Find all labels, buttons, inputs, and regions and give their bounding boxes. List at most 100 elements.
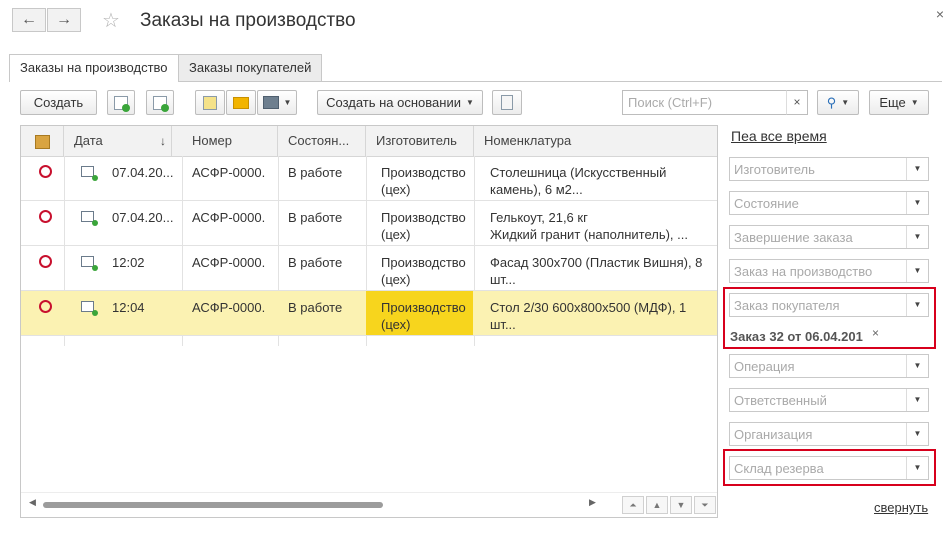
status-circle-icon — [39, 300, 52, 313]
cell-item-line2: шт... — [490, 317, 516, 332]
cell-state: В работе — [288, 255, 343, 270]
more-button[interactable]: Еще ▼ — [869, 90, 929, 115]
filter-customer-order[interactable]: Заказ покупателя ▼ — [729, 293, 929, 317]
document-button[interactable] — [492, 90, 522, 115]
cell-item-line1: Гелькоут, 21,6 кг — [490, 210, 588, 225]
chevron-down-icon[interactable]: ▼ — [906, 260, 928, 282]
cell-maker-line1: Производство — [381, 210, 466, 225]
search-button[interactable]: ⚲ ▼ — [817, 90, 859, 115]
sort-down-icon: ↓ — [160, 134, 166, 148]
filter-maker[interactable]: Изготовитель ▼ — [729, 157, 929, 181]
print-icon — [262, 96, 279, 109]
cell-item-line1: Столешница (Искусственный — [490, 165, 667, 180]
selected-filter-tag: Заказ 32 от 06.04.201 — [730, 329, 863, 344]
cell-number: АСФР-0000. — [192, 165, 266, 180]
report-button[interactable] — [195, 90, 225, 115]
search-icon: ⚲ — [826, 94, 837, 110]
create-based-on-button[interactable]: Создать на основании ▼ — [317, 90, 483, 115]
column-maker[interactable]: Изготовитель — [366, 126, 474, 156]
remove-tag-icon[interactable]: × — [872, 326, 879, 340]
posted-document-icon — [81, 211, 98, 226]
horizontal-scrollbar[interactable]: ◀ ▶ ⏶ ▲ ▼ ⏷ — [21, 492, 717, 517]
cell-date: 12:02 — [112, 255, 145, 270]
table-add-icon — [153, 95, 169, 112]
cell-maker-line2: (цех) — [381, 272, 411, 287]
status-circle-icon — [39, 255, 52, 268]
tab-customer-orders[interactable]: Заказы покупателей — [178, 54, 323, 81]
tab-production-orders[interactable]: Заказы на производство — [9, 54, 179, 82]
chevron-down-icon[interactable]: ▼ — [906, 423, 928, 445]
chevron-down-icon[interactable]: ▼ — [906, 226, 928, 248]
cell-item-line2: камень), 6 м2... — [490, 182, 583, 197]
report-icon — [203, 95, 217, 110]
chevron-down-icon[interactable]: ▼ — [906, 355, 928, 377]
table-row-selected[interactable]: 12:04 АСФР-0000. В работе Производство (… — [21, 291, 717, 336]
table-header: Дата ↓ Номер Состоян... Изготовитель Ном… — [21, 126, 717, 157]
filter-order-completion[interactable]: Завершение заказа ▼ — [729, 225, 929, 249]
cell-maker-line2: (цех) — [381, 317, 411, 332]
chevron-down-icon: ▼ — [910, 98, 919, 107]
cell-maker-line1: Производство — [381, 165, 466, 180]
cell-number: АСФР-0000. — [192, 210, 266, 225]
column-number[interactable]: Номер — [182, 126, 278, 156]
cell-item-line2: шт... — [490, 272, 516, 287]
filter-responsible[interactable]: Ответственный ▼ — [729, 388, 929, 412]
scroll-left-icon[interactable]: ◀ — [29, 497, 36, 508]
forward-button[interactable]: → — [47, 8, 81, 32]
more-label: Еще — [879, 95, 906, 110]
chevron-down-icon[interactable]: ▼ — [906, 294, 928, 316]
orders-table[interactable]: Дата ↓ Номер Состоян... Изготовитель Ном… — [20, 125, 718, 518]
print-button[interactable]: ▼ — [257, 90, 297, 115]
column-date[interactable]: Дата ↓ — [64, 126, 172, 156]
back-button[interactable]: ← — [12, 8, 46, 32]
cell-maker-line2: (цех) — [381, 182, 411, 197]
chevron-down-icon[interactable]: ▼ — [906, 192, 928, 214]
cell-maker-line1: Производство — [381, 300, 466, 315]
filter-production-order[interactable]: Заказ на производство ▼ — [729, 259, 929, 283]
cell-state: В работе — [288, 165, 343, 180]
add-copy-icon — [114, 95, 130, 112]
cell-maker-line2: (цех) — [381, 227, 411, 242]
scroll-up-icon[interactable]: ▲ — [646, 496, 668, 514]
filter-operation[interactable]: Операция ▼ — [729, 354, 929, 378]
filter-organization[interactable]: Организация ▼ — [729, 422, 929, 446]
create-button[interactable]: Создать — [20, 90, 97, 115]
search-input[interactable]: Поиск (Ctrl+F) — [622, 90, 808, 115]
table-row[interactable]: 07.04.20... АСФР-0000. В работе Производ… — [21, 201, 717, 246]
filter-state[interactable]: Состояние ▼ — [729, 191, 929, 215]
column-status-icon[interactable] — [21, 126, 64, 156]
mail-button[interactable] — [226, 90, 256, 115]
scroll-bottom-icon[interactable]: ⏷ — [694, 496, 716, 514]
chevron-down-icon[interactable]: ▼ — [906, 457, 928, 479]
scrollbar-thumb[interactable] — [43, 502, 383, 508]
column-state[interactable]: Состоян... — [278, 126, 366, 156]
table-row[interactable]: 07.04.20... АСФР-0000. В работе Производ… — [21, 156, 717, 201]
cell-item-line2: Жидкий гранит (наполнитель), ... — [490, 227, 688, 242]
scroll-right-icon[interactable]: ▶ — [589, 497, 596, 508]
search-clear-icon[interactable]: × — [786, 90, 808, 115]
column-nomenclature[interactable]: Номенклатура — [474, 126, 717, 156]
box-icon — [35, 134, 50, 149]
collapse-link[interactable]: свернуть — [874, 500, 928, 515]
create-based-on-label: Создать на основании — [326, 95, 461, 110]
add-copy-button[interactable] — [107, 90, 135, 115]
period-link[interactable]: Пеа все время — [731, 128, 827, 144]
cell-state: В работе — [288, 300, 343, 315]
table-add-button[interactable] — [146, 90, 174, 115]
chevron-down-icon[interactable]: ▼ — [906, 158, 928, 180]
filter-reserve-warehouse[interactable]: Склад резерва ▼ — [729, 456, 929, 480]
forward-arrow-icon: → — [56, 11, 72, 28]
close-icon[interactable]: × — [936, 6, 944, 22]
scroll-top-icon[interactable]: ⏶ — [622, 496, 644, 514]
table-row[interactable]: 12:02 АСФР-0000. В работе Производство (… — [21, 246, 717, 291]
status-circle-icon — [39, 165, 52, 178]
cell-state: В работе — [288, 210, 343, 225]
cell-number: АСФР-0000. — [192, 300, 266, 315]
scroll-down-icon[interactable]: ▼ — [670, 496, 692, 514]
chevron-down-icon: ▼ — [465, 98, 474, 107]
favorite-star-icon[interactable]: ☆ — [102, 8, 120, 33]
cell-date: 12:04 — [112, 300, 145, 315]
chevron-down-icon[interactable]: ▼ — [906, 389, 928, 411]
cell-item-line1: Стол 2/30 600х800х500 (МДФ), 1 — [490, 300, 687, 315]
back-arrow-icon: ← — [21, 11, 37, 28]
